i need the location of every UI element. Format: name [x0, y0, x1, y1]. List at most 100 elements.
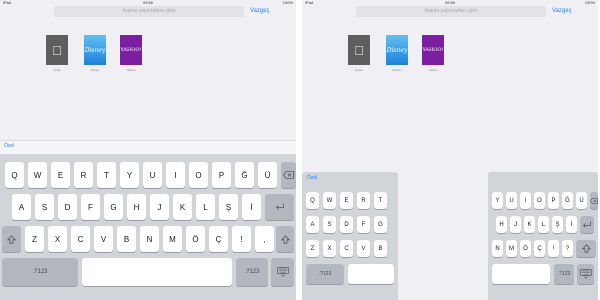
key-H[interactable]: H	[496, 216, 507, 233]
key-X[interactable]: X	[48, 226, 67, 252]
key-Y[interactable]: Y	[492, 192, 503, 209]
key-J[interactable]: J	[510, 216, 521, 233]
key-İ[interactable]: İ	[242, 194, 261, 220]
key-Ö[interactable]: Ö	[186, 226, 205, 252]
key-C[interactable]: C	[71, 226, 90, 252]
address-search-field[interactable]: Arama yapın/adres girin	[356, 6, 546, 17]
favorite-disney[interactable]: Disney Disney	[84, 35, 106, 72]
key-P[interactable]: P	[212, 162, 231, 188]
key-P[interactable]: P	[548, 192, 559, 209]
key-R[interactable]: R	[357, 192, 370, 209]
key-N[interactable]: N	[140, 226, 159, 252]
return-key[interactable]	[265, 194, 294, 220]
key-Ğ[interactable]: Ğ	[235, 162, 254, 188]
key-J[interactable]: J	[150, 194, 169, 220]
apple-logo-icon: 	[46, 35, 68, 65]
shortcut-label[interactable]: Özel	[4, 143, 14, 149]
key-M[interactable]: M	[163, 226, 182, 252]
key-E[interactable]: E	[340, 192, 353, 209]
key-Ç[interactable]: Ç	[534, 240, 545, 257]
key-Z[interactable]: Z	[306, 240, 319, 257]
favorite-apple[interactable]:  Apple	[46, 35, 68, 72]
key-E[interactable]: E	[51, 162, 70, 188]
key-F[interactable]: F	[357, 216, 370, 233]
key-![interactable]: !	[232, 226, 251, 252]
key-Z[interactable]: Z	[25, 226, 44, 252]
space-bar[interactable]	[82, 258, 232, 286]
key-![interactable]: !	[548, 240, 559, 257]
address-search-field[interactable]: Arama yapın/adres girin	[54, 6, 244, 17]
key-Ğ[interactable]: Ğ	[562, 192, 573, 209]
favorite-label: Apple	[53, 68, 61, 72]
backspace-key[interactable]	[281, 162, 296, 188]
key-C[interactable]: C	[340, 240, 353, 257]
key-Ş[interactable]: Ş	[219, 194, 238, 220]
shift-key-right[interactable]	[276, 226, 294, 252]
key-A[interactable]: A	[306, 216, 319, 233]
return-key[interactable]	[580, 216, 594, 233]
shift-key[interactable]	[576, 240, 596, 257]
key-A[interactable]: A	[12, 194, 31, 220]
key-L[interactable]: L	[196, 194, 215, 220]
cancel-button[interactable]: Vazgeç	[250, 8, 270, 14]
key-D[interactable]: D	[340, 216, 353, 233]
key-Ü[interactable]: Ü	[258, 162, 277, 188]
key-M[interactable]: M	[506, 240, 517, 257]
key-Y[interactable]: Y	[120, 162, 139, 188]
shortcut-label[interactable]: Özel	[307, 175, 317, 181]
key-G[interactable]: G	[374, 216, 387, 233]
favorite-disney[interactable]: Disney Disney	[386, 35, 408, 72]
key-İ[interactable]: İ	[566, 216, 577, 233]
key-F[interactable]: F	[81, 194, 100, 220]
numbers-key-right[interactable]: .?123	[236, 258, 268, 286]
key-W[interactable]: W	[323, 192, 336, 209]
key-,[interactable]: ,	[255, 226, 274, 252]
key-Ö[interactable]: Ö	[520, 240, 531, 257]
favorite-apple[interactable]:  Apple	[348, 35, 370, 72]
key-?[interactable]: ?	[562, 240, 573, 257]
numbers-key-left[interactable]: .?123	[2, 258, 78, 286]
key-I[interactable]: I	[520, 192, 531, 209]
cancel-button[interactable]: Vazgeç	[552, 8, 572, 14]
key-G[interactable]: G	[104, 194, 123, 220]
key-N[interactable]: N	[492, 240, 503, 257]
dismiss-keyboard-key[interactable]	[271, 258, 294, 286]
key-V[interactable]: V	[357, 240, 370, 257]
key-T[interactable]: T	[374, 192, 387, 209]
key-Ç[interactable]: Ç	[209, 226, 228, 252]
key-L[interactable]: L	[538, 216, 549, 233]
key-S[interactable]: S	[35, 194, 54, 220]
space-bar-left[interactable]	[348, 264, 394, 284]
key-B[interactable]: B	[374, 240, 387, 257]
key-K[interactable]: K	[524, 216, 535, 233]
key-Ş[interactable]: Ş	[552, 216, 563, 233]
key-S[interactable]: S	[323, 216, 336, 233]
shift-key-left[interactable]	[2, 226, 21, 252]
keyboard-dismiss-icon	[579, 269, 592, 279]
favorite-yahoo[interactable]: YAHOO! Yahoo!	[120, 35, 142, 72]
numbers-key[interactable]: .?123	[306, 264, 344, 284]
key-X[interactable]: X	[323, 240, 336, 257]
return-icon	[582, 221, 591, 228]
key-W[interactable]: W	[28, 162, 47, 188]
key-O[interactable]: O	[534, 192, 545, 209]
key-B[interactable]: B	[117, 226, 136, 252]
key-Q[interactable]: Q	[306, 192, 319, 209]
key-R[interactable]: R	[74, 162, 93, 188]
key-O[interactable]: O	[189, 162, 208, 188]
favorite-yahoo[interactable]: YAHOO! Yahoo!	[422, 35, 444, 72]
key-H[interactable]: H	[127, 194, 146, 220]
key-V[interactable]: V	[94, 226, 113, 252]
key-U[interactable]: U	[143, 162, 162, 188]
backspace-key[interactable]	[590, 192, 598, 209]
key-K[interactable]: K	[173, 194, 192, 220]
key-T[interactable]: T	[97, 162, 116, 188]
key-D[interactable]: D	[58, 194, 77, 220]
key-U[interactable]: U	[506, 192, 517, 209]
key-Q[interactable]: Q	[5, 162, 24, 188]
numbers-key[interactable]: .?123	[554, 264, 574, 284]
space-bar-right[interactable]	[492, 264, 550, 284]
key-I[interactable]: I	[166, 162, 185, 188]
dismiss-keyboard-key[interactable]	[577, 264, 594, 284]
key-Ü[interactable]: Ü	[576, 192, 587, 209]
